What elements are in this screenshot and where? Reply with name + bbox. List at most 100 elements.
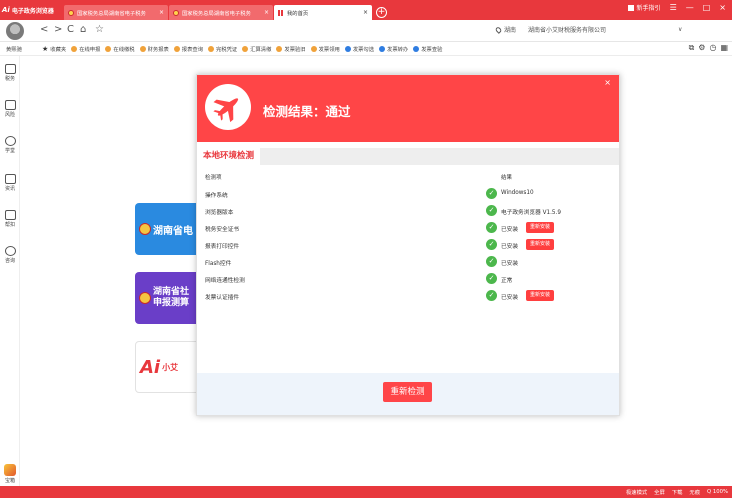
check-icon: ✓ [486, 273, 497, 284]
back-button[interactable]: < [40, 25, 48, 35]
region-selector[interactable]: 湖南 [504, 25, 516, 34]
close-icon[interactable]: × [363, 9, 368, 16]
app-logo: Ai [2, 6, 10, 14]
tab-strip: 国家税务总局湖南省电子税务 × 国家税务总局湖南省电子税务 × 我的首页 × + [64, 5, 387, 20]
home-button[interactable]: ⌂ [80, 25, 86, 35]
bookmark-item[interactable]: 发票勾选 [344, 45, 374, 53]
refresh-button[interactable]: C [67, 25, 74, 35]
table-row: 浏览器版本 ✓ 电子政务浏览器 V1.5.9 [197, 203, 619, 220]
gov-emblem-icon [139, 292, 151, 304]
sidebar-item-label: 资讯 [4, 186, 15, 192]
screenshot-icon[interactable]: ⧉ [689, 43, 695, 53]
bookmark-item[interactable]: 汇算清缴 [242, 45, 271, 53]
bookmarks-bar: 黄熙驰 ★ 收藏夹 在线申报 在线缴税 财务报表 报表查询 完税凭证 汇算清缴 发… [0, 42, 732, 56]
guide-link[interactable]: 新手指引 [637, 3, 661, 12]
bookmark-label: 报表查询 [181, 46, 203, 53]
sidebar-item-tax[interactable]: 税务 [0, 64, 20, 82]
sidebar-item-risk[interactable]: 风险 [0, 100, 20, 118]
row-status: 已安装 [501, 244, 519, 250]
tab-tax-1[interactable]: 国家税务总局湖南省电子税务 × [64, 5, 168, 20]
bookmark-item[interactable]: 在线缴税 [105, 45, 135, 53]
extensions-icon[interactable]: ▦ [720, 43, 728, 53]
close-icon[interactable]: × [264, 9, 269, 16]
sidebar-item-school[interactable]: 学堂 [0, 136, 20, 154]
clock-icon[interactable]: ◷ [709, 43, 716, 53]
reinstall-button[interactable]: 重新安装 [526, 222, 555, 233]
service-card-xiaoai[interactable]: Ai 小艾 [135, 341, 205, 393]
bookmark-star-icon[interactable]: ☆ [95, 25, 104, 35]
column-header-result: 结果 [501, 175, 513, 181]
card-title: 湖南省电 [153, 225, 193, 237]
card-title-line: 湖南省社 [153, 287, 190, 297]
new-tab-button[interactable]: + [376, 7, 387, 18]
sidebar-treasure[interactable]: 宝箱 [2, 464, 18, 484]
bookmark-item[interactable]: 报表查询 [173, 45, 203, 53]
redetect-button[interactable]: 重新检测 [383, 382, 432, 402]
menu-icon[interactable]: ☰ [670, 3, 677, 12]
bookmark-label: 汇算清缴 [250, 46, 272, 53]
chevron-down-icon[interactable]: ∨ [678, 26, 682, 33]
settings-icon[interactable]: ⚙ [698, 43, 705, 53]
reinstall-button[interactable]: 重新安装 [526, 239, 555, 250]
bookmark-label: 发票转办 [387, 46, 409, 53]
speed-mode-toggle[interactable]: 极速模式 [626, 488, 647, 496]
incognito-button[interactable]: 无痕 [689, 488, 700, 496]
app-name: 电子政务浏览器 [11, 7, 54, 15]
bookmark-item[interactable]: 在线申报 [71, 45, 100, 53]
service-card-hunan-tax[interactable]: 湖南省电 [135, 203, 205, 255]
left-sidebar: 税务 风险 学堂 资讯 帮扣 咨询 宝箱 [0, 56, 20, 486]
table-row: Flash控件 ✓ 已安装 [197, 254, 619, 271]
sidebar-item-news[interactable]: 资讯 [0, 174, 20, 192]
sidebar-item-label: 学堂 [4, 148, 15, 154]
maximize-button[interactable]: □ [703, 3, 711, 12]
shield-icon [4, 100, 16, 110]
bookmark-label: 在线申报 [79, 46, 101, 53]
blue-globe-icon [379, 45, 386, 52]
tab-label: 国家税务总局湖南省电子税务 [182, 10, 251, 17]
blue-globe-icon [344, 45, 351, 52]
company-selector[interactable]: 湖南省小艾财税服务有限公司 [528, 25, 678, 34]
treasure-icon [4, 464, 16, 476]
bookmark-item[interactable]: 发票转办 [379, 45, 408, 53]
fullscreen-button[interactable]: 全屏 [654, 488, 665, 496]
close-icon[interactable]: × [159, 9, 164, 16]
sidebar-item-help[interactable]: 帮扣 [0, 210, 20, 228]
close-icon[interactable]: × [604, 78, 611, 87]
tab-local-environment[interactable]: 本地环境检测 [197, 148, 261, 165]
bookmark-label: 在线缴税 [113, 46, 135, 53]
tab-home[interactable]: 我的首页 × [274, 5, 372, 20]
service-card-social[interactable]: 湖南省社 申报测算 [135, 272, 205, 324]
download-button[interactable]: 下载 [672, 488, 683, 496]
grid-icon [278, 9, 284, 16]
column-header-item: 检测项 [205, 175, 222, 181]
toolbar-icons: ⧉ ⚙ ◷ ▦ [685, 43, 728, 53]
bookmark-item[interactable]: 财务报表 [139, 45, 169, 53]
minimize-button[interactable]: — [686, 3, 694, 12]
zoom-level[interactable]: Q 100% [707, 489, 728, 495]
row-name: Flash控件 [205, 261, 232, 267]
bookmark-item[interactable]: 完税凭证 [208, 45, 237, 53]
avatar[interactable] [6, 22, 24, 40]
bookmark-item[interactable]: 发票查验 [413, 45, 442, 53]
monitor-icon [4, 64, 16, 74]
flag-icon [627, 4, 634, 11]
tab-tax-2[interactable]: 国家税务总局湖南省电子税务 × [169, 5, 273, 20]
forward-button[interactable]: > [54, 25, 62, 35]
bookmark-favorites[interactable]: ★ 收藏夹 [42, 45, 66, 53]
check-icon: ✓ [486, 188, 497, 199]
dialog-header: 检测结果：通过 × [197, 75, 619, 142]
gov-emblem-icon [276, 45, 283, 52]
row-name: 操作系统 [205, 193, 228, 199]
bookmark-item[interactable]: 发票验旧 [276, 45, 306, 53]
bookmark-item[interactable]: 发票领用 [310, 45, 340, 53]
gov-emblem-icon [71, 45, 78, 52]
blue-globe-icon [413, 45, 420, 52]
title-bar: Ai 电子政务浏览器 国家税务总局湖南省电子税务 × 国家税务总局湖南省电子税务… [0, 0, 732, 20]
check-icon: ✓ [486, 256, 497, 267]
sidebar-item-label: 宝箱 [4, 478, 15, 484]
row-name: 发票认证插件 [205, 295, 240, 301]
bookmark-label: 完税凭证 [216, 46, 238, 53]
reinstall-button[interactable]: 重新安装 [526, 290, 555, 301]
sidebar-item-consult[interactable]: 咨询 [0, 246, 20, 264]
close-window-button[interactable]: × [719, 3, 726, 12]
